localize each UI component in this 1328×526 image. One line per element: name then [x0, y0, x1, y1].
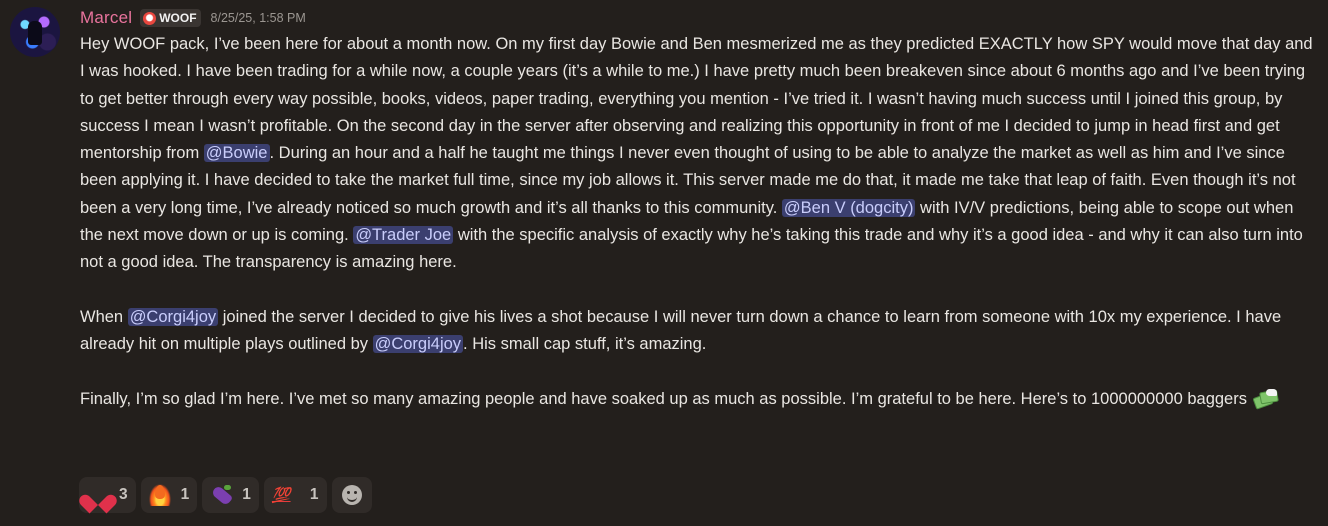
add-reaction-button[interactable]	[331, 477, 372, 513]
text-segment: When	[80, 307, 128, 326]
tag-label: WOOF	[159, 11, 197, 25]
reactions-bar: 3 1 1 💯 1	[79, 477, 372, 513]
mention-corgi4joy[interactable]: @Corgi4joy	[372, 335, 464, 354]
reaction-count: 1	[180, 486, 190, 503]
reaction-heart[interactable]: 3	[79, 477, 136, 513]
timestamp[interactable]: 8/25/25, 1:58 PM	[211, 11, 306, 25]
server-tag-badge[interactable]: WOOF	[140, 9, 201, 27]
eggplant-icon	[210, 484, 232, 506]
text-segment: Finally, I’m so glad I’m here. I’ve met …	[80, 389, 1247, 408]
text-segment: . His small cap stuff, it’s amazing.	[463, 335, 707, 354]
reaction-count: 1	[242, 486, 251, 503]
mention-ben-v[interactable]: @Ben V (dogcity)	[781, 198, 916, 217]
tag-icon	[143, 11, 157, 25]
heart-icon	[87, 484, 109, 506]
mention-corgi4joy[interactable]: @Corgi4joy	[127, 307, 219, 326]
reaction-count: 3	[119, 486, 128, 503]
author-name[interactable]: Marcel	[80, 8, 132, 28]
fire-icon	[148, 484, 171, 506]
message-paragraph-2: When @Corgi4joy joined the server I deci…	[80, 304, 1320, 359]
reaction-count: 1	[309, 486, 319, 503]
reaction-eggplant[interactable]: 1	[202, 477, 259, 513]
mention-bowie[interactable]: @Bowie	[203, 144, 270, 163]
chat-message: Marcel WOOF 8/25/25, 1:58 PM Hey WOOF pa…	[0, 0, 1328, 526]
hundred-points-icon: 💯	[271, 486, 291, 504]
message-paragraph-3: Finally, I’m so glad I’m here. I’ve met …	[80, 386, 1320, 413]
smile-icon	[341, 485, 362, 505]
reaction-hundred[interactable]: 💯 1	[263, 477, 327, 513]
money-with-wings-icon	[1252, 387, 1279, 410]
message-paragraph-1: Hey WOOF pack, I’ve been here for about …	[80, 31, 1320, 277]
reaction-fire[interactable]: 1	[140, 477, 198, 513]
message-content: Hey WOOF pack, I’ve been here for about …	[80, 31, 1320, 413]
avatar[interactable]	[10, 7, 60, 57]
message-header: Marcel WOOF 8/25/25, 1:58 PM	[80, 7, 306, 29]
mention-trader-joe[interactable]: @Trader Joe	[353, 226, 454, 245]
